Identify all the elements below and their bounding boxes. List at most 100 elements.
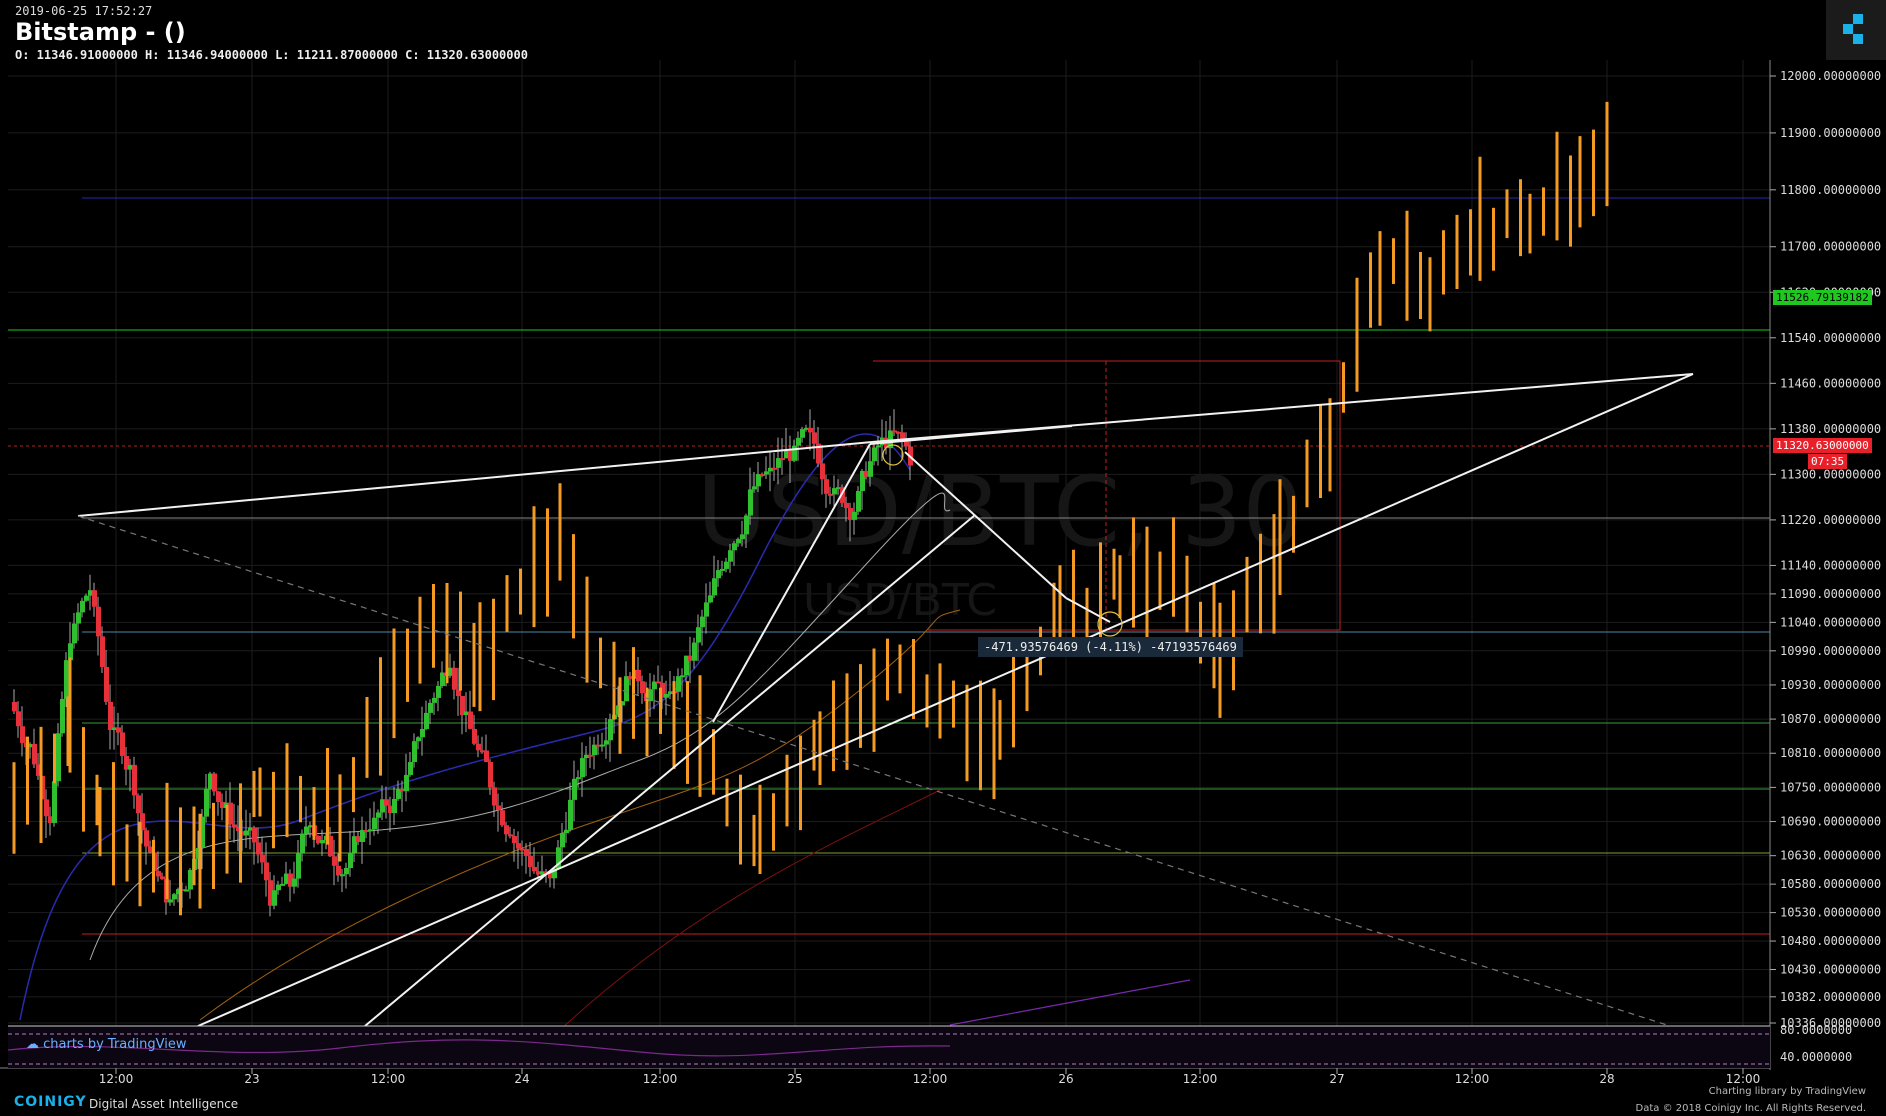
candle-body xyxy=(216,791,221,803)
candle-body xyxy=(252,827,257,843)
countdown-tag: 07:35 xyxy=(1808,454,1848,469)
price-axis[interactable]: 12000.00000000 11900.00000000 11800.000000… xyxy=(1769,60,1881,1070)
time-tick-label: 28 xyxy=(1599,1072,1614,1086)
candle-body xyxy=(300,833,305,854)
candle-body xyxy=(304,826,309,834)
candle-body xyxy=(244,830,249,836)
timestamp: 2019-06-25 17:52:27 xyxy=(15,4,153,18)
candle-body xyxy=(636,669,641,682)
candle-body xyxy=(744,515,749,535)
candle-body xyxy=(508,834,513,837)
candle-body xyxy=(796,437,801,446)
price-chart[interactable]: USD/BTC, 30 USD/BTC 12000.00000000 11900.… xyxy=(0,0,1886,1116)
tradingview-badge[interactable]: ☁ charts by TradingView xyxy=(26,1037,186,1052)
price-tick-label: 10990.00000000 xyxy=(1780,644,1881,658)
candle-body xyxy=(468,711,473,729)
candle-body xyxy=(232,824,237,828)
price-tick-label: 11460.00000000 xyxy=(1780,376,1881,390)
candle-body xyxy=(344,867,349,875)
candle-body xyxy=(664,693,669,698)
candle-body xyxy=(608,719,613,741)
coinigy-logo-icon[interactable] xyxy=(1826,0,1886,60)
candle-body xyxy=(564,829,569,834)
candle-body xyxy=(484,750,489,762)
candle-body xyxy=(116,727,121,733)
candle-body xyxy=(420,728,425,738)
price-tick-label: 11040.00000000 xyxy=(1780,615,1881,629)
time-tick-label: 12:00 xyxy=(371,1072,406,1086)
candle-body xyxy=(368,829,373,832)
candle-body xyxy=(436,686,441,698)
candle-body xyxy=(384,799,389,806)
time-tick-label: 25 xyxy=(787,1072,802,1086)
candle-body xyxy=(156,871,161,877)
candle-body xyxy=(96,606,101,637)
time-tick-label: 23 xyxy=(244,1072,259,1086)
time-tick-label: 24 xyxy=(514,1072,529,1086)
brand-name[interactable]: COINIGY xyxy=(14,1094,87,1110)
candle-body xyxy=(280,883,285,886)
price-tick-label: 11380.00000000 xyxy=(1780,422,1881,436)
candle-body xyxy=(824,479,829,494)
chart-header: 2019-06-25 17:52:27 Bitstamp - () O: 113… xyxy=(0,0,1886,68)
candle-body xyxy=(428,702,433,713)
candle-body xyxy=(764,471,769,475)
candle-body xyxy=(728,550,733,562)
candle-body xyxy=(580,758,585,778)
candle-body xyxy=(44,799,49,817)
brand-tagline: Digital Asset Intelligence xyxy=(89,1097,239,1111)
price-tick-label: 11900.00000000 xyxy=(1780,126,1881,140)
candle-body xyxy=(136,795,141,814)
candle-body xyxy=(228,802,233,825)
candle-body xyxy=(528,855,533,867)
candle-body xyxy=(560,833,565,848)
candle-body xyxy=(12,702,17,712)
candle-body xyxy=(800,429,805,438)
candle-body xyxy=(336,865,341,876)
time-tick-label: 12:00 xyxy=(1726,1072,1761,1086)
candle-body xyxy=(720,568,725,571)
price-tick-label: 10930.00000000 xyxy=(1780,678,1881,692)
charting-credit[interactable]: Charting library by TradingView xyxy=(1709,1086,1866,1097)
time-axis[interactable]: 12:00 23 12:00 24 12:00 25 12:00 26 12:00 27 12:00… xyxy=(0,1067,1770,1086)
candle-body xyxy=(52,781,57,823)
ohlc-readout: O: 11346.91000000 H: 11346.94000000 L: 1… xyxy=(15,48,528,62)
candle-body xyxy=(600,744,605,747)
price-tick-label: 10810.00000000 xyxy=(1780,746,1881,760)
candle-body xyxy=(56,733,61,782)
candle-body xyxy=(500,810,505,826)
candle-body xyxy=(32,743,37,765)
candle-body xyxy=(876,445,881,448)
candle-body xyxy=(92,590,97,607)
candle-body xyxy=(696,627,701,643)
candle-body xyxy=(472,728,477,744)
candle-body xyxy=(432,697,437,703)
candle-body xyxy=(264,862,269,881)
candle-body xyxy=(256,842,261,855)
candle-body xyxy=(488,761,493,788)
candle-body xyxy=(188,869,193,890)
candle-body xyxy=(852,511,857,520)
ma-line xyxy=(559,789,941,1031)
candle-body xyxy=(340,874,345,877)
candle-body xyxy=(64,660,69,700)
candle-body xyxy=(604,740,609,745)
candle-body xyxy=(424,712,429,729)
price-tick-label: 10530.00000000 xyxy=(1780,906,1881,920)
candle-body xyxy=(496,805,501,811)
candle-body xyxy=(60,699,65,734)
price-tick-label: 11300.00000000 xyxy=(1780,467,1881,481)
candle-body xyxy=(144,830,149,847)
price-tick-label: 11140.00000000 xyxy=(1780,558,1881,572)
candle-body xyxy=(184,889,189,892)
candle-body xyxy=(532,866,537,872)
candle-body xyxy=(576,777,581,780)
candle-body xyxy=(108,701,113,731)
candle-body xyxy=(732,543,737,551)
candle-body xyxy=(568,799,573,830)
candle-body xyxy=(16,711,21,727)
candle-body xyxy=(172,894,177,900)
candle-body xyxy=(640,681,645,694)
tv-badge-label: charts by TradingView xyxy=(43,1037,187,1052)
candle-body xyxy=(120,732,125,756)
